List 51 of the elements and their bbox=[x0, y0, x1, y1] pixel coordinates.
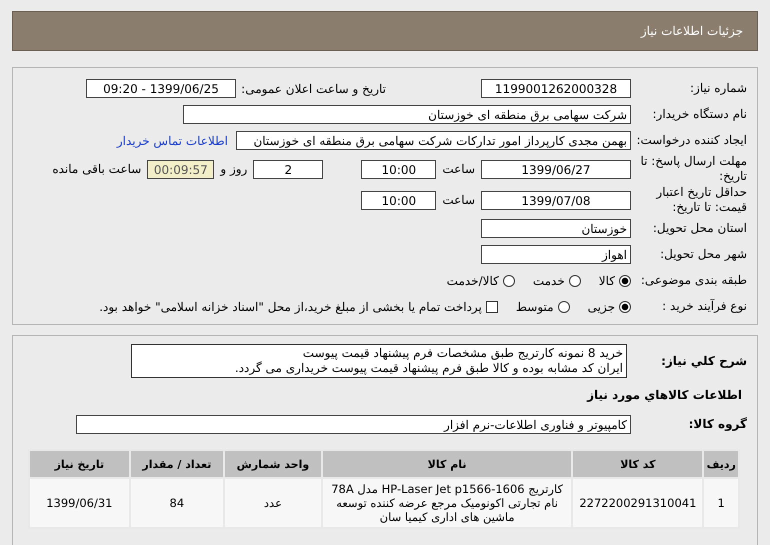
option-label: جزیی bbox=[588, 300, 615, 314]
column-header: واحد شمارش bbox=[224, 450, 322, 478]
field-label: ایجاد کننده درخواست: bbox=[635, 133, 748, 148]
buyer-contact-link[interactable]: اطلاعات تماس خریدار bbox=[116, 134, 228, 148]
column-header: نام کالا bbox=[322, 450, 572, 478]
option-label: خدمت bbox=[532, 274, 565, 288]
table-cell: عدد bbox=[224, 478, 322, 528]
field-label: حداقل تاریخ اعتبار قیمت: تا تاریخ: bbox=[654, 185, 748, 215]
validity-date-field: 1399/07/08 bbox=[481, 190, 631, 210]
column-header: تعداد / مقدار bbox=[130, 450, 224, 478]
table-cell: 84 bbox=[130, 478, 224, 528]
field-label: نام دستگاه خریدار: bbox=[652, 107, 748, 122]
field-label: شرح کلي نياز: bbox=[660, 354, 748, 368]
table-cell: کارتریج HP-Laser Jet p1566-1606 مدل 78A نام تجارتی اکونومیک مرجع عرضه کننده توسعه ماشین های اداری کیمیا سان bbox=[322, 478, 572, 528]
option-label: کالا/خدمت bbox=[446, 274, 499, 288]
validity-time-field: 10:00 bbox=[361, 190, 436, 210]
field-label: شماره نیاز: bbox=[689, 81, 748, 96]
field-label: مهلت ارسال پاسخ: تا تاریخ: bbox=[639, 154, 748, 184]
need-number-field: 1199001262000328 bbox=[481, 79, 631, 98]
announce-date-field: 1399/06/25 - 09:20 bbox=[86, 79, 236, 98]
table-cell: 2272200291310041 bbox=[572, 478, 704, 528]
field-label: تاریخ و ساعت اعلان عمومی: bbox=[240, 82, 386, 96]
province-field: خوزستان bbox=[481, 219, 631, 238]
creator-field: بهمن مجدی کارپرداز امور تدارکات شرکت سهامی برق منطقه ای خوزستان bbox=[236, 131, 631, 150]
column-header: ردیف bbox=[703, 450, 739, 478]
field-label: نوع فرآیند خرید : bbox=[661, 299, 748, 314]
field-label: استان محل تحویل: bbox=[652, 221, 748, 236]
column-header: کد کالا bbox=[572, 450, 704, 478]
deadline-time-field: 10:00 bbox=[361, 160, 436, 178]
table-cell: 1 bbox=[703, 478, 739, 528]
table-cell: 1399/06/31 bbox=[29, 478, 130, 528]
time-label: ساعت bbox=[442, 193, 475, 207]
remaining-label: ساعت باقی مانده bbox=[52, 162, 142, 176]
description-field: خرید 8 نمونه کارتریج طبق مشخصات فرم پیشنهاد قیمت پیوست ایران کد مشابه بوده و کالا طبق فرم پیشنهاد قیمت پیوست خریداری می گردد. bbox=[131, 344, 627, 378]
remaining-time-field: 00:09:57 bbox=[147, 160, 214, 178]
days-label: روز و bbox=[220, 162, 248, 176]
deadline-date-field: 1399/06/27 bbox=[481, 160, 631, 178]
field-label: شهر محل تحویل: bbox=[659, 247, 748, 262]
option-label: پرداخت تمام یا بخشی از مبلغ خرید،از محل "اسناد خزانه اسلامی" خواهد بود. bbox=[99, 300, 482, 314]
page-title: جزئیات اطلاعات نیاز bbox=[640, 24, 743, 38]
days-field: 2 bbox=[253, 160, 324, 178]
field-label: طبقه بندی موضوعی: bbox=[640, 273, 748, 288]
buyer-field: شرکت سهامی برق منطقه ای خوزستان bbox=[183, 105, 631, 124]
option-label: کالا bbox=[598, 274, 615, 288]
option-label: متوسط bbox=[516, 300, 554, 314]
column-header: تاریخ نیاز bbox=[29, 450, 130, 478]
time-label: ساعت bbox=[442, 162, 475, 176]
goods-group-field: کامپیوتر و فناوری اطلاعات-نرم افزار bbox=[76, 415, 631, 434]
section-title: اطلاعات کالاهاي مورد نياز bbox=[587, 388, 743, 402]
field-label: گروه کالا: bbox=[688, 417, 748, 432]
city-field: اهواز bbox=[481, 245, 631, 264]
